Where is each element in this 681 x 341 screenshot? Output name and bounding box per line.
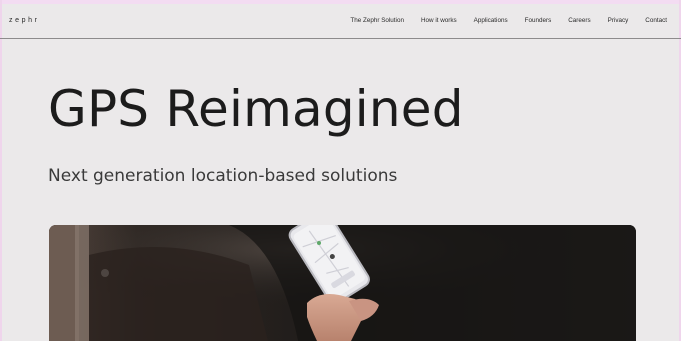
page: zephr The Zephr Solution How it works Ap… — [0, 0, 681, 341]
hero-title: GPS Reimagined — [48, 80, 464, 138]
hero-subtitle: Next generation location-based solutions — [48, 166, 398, 186]
top-navigation: zephr The Zephr Solution How it works Ap… — [0, 4, 681, 39]
nav-link-zephr-solution[interactable]: The Zephr Solution — [350, 17, 404, 24]
nav-links: The Zephr Solution How it works Applicat… — [350, 17, 667, 24]
phone-map-photo-icon — [49, 225, 636, 341]
nav-link-contact[interactable]: Contact — [645, 17, 667, 24]
hero-image — [49, 225, 636, 341]
nav-link-applications[interactable]: Applications — [474, 17, 508, 24]
left-accent-strip — [0, 0, 2, 341]
nav-link-how-it-works[interactable]: How it works — [421, 17, 457, 24]
nav-link-privacy[interactable]: Privacy — [608, 17, 629, 24]
nav-link-careers[interactable]: Careers — [568, 17, 590, 24]
logo[interactable]: zephr — [9, 17, 40, 24]
nav-link-founders[interactable]: Founders — [525, 17, 552, 24]
